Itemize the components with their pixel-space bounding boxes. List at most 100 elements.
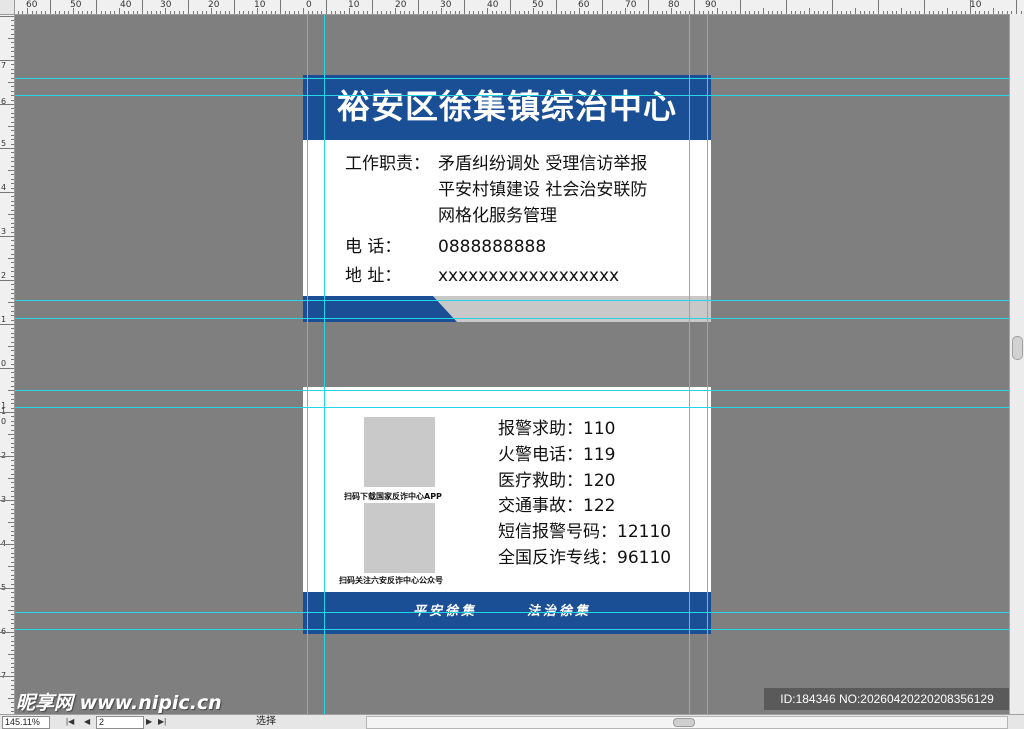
card-title[interactable]: 裕安区徐集镇综治中心: [303, 87, 711, 127]
duty-label[interactable]: 工作职责：: [345, 153, 430, 175]
ruler-tick: [11, 561, 14, 563]
phone-label[interactable]: 电 话：: [345, 236, 401, 258]
ruler-tick: [201, 11, 203, 14]
ruler-tick: [11, 341, 14, 343]
ruler-tick: [11, 183, 14, 185]
ruler-tick: [381, 11, 383, 14]
business-card-front[interactable]: 裕安区徐集镇综治中心 工作职责： 矛盾纠纷调处 受理信访举报 平安村镇建设 社会…: [303, 75, 711, 322]
slogan[interactable]: 法治徐集: [527, 600, 591, 619]
ruler-tick: [606, 11, 608, 14]
ruler-tick: [399, 11, 401, 14]
slogan[interactable]: 平安徐集: [413, 600, 477, 619]
ruler-tick: [569, 11, 571, 14]
guide-vertical[interactable]: [689, 14, 690, 714]
ruler-tick: [11, 557, 14, 559]
address-label[interactable]: 地 址：: [345, 265, 401, 287]
business-card-back[interactable]: 扫码下载国家反诈中心APP 扫码关注六安反诈中心公众号 报警求助：110 火警电…: [303, 387, 711, 634]
ruler-tick: [887, 11, 889, 14]
ruler-tick: [86, 11, 88, 14]
ruler-tick: [836, 11, 838, 14]
last-page-button[interactable]: ▶|: [158, 716, 166, 728]
phone-value[interactable]: 0888888888: [438, 236, 546, 258]
vertical-ruler[interactable]: 7 6 5 4 3 2 1 0 1 0 1 2 3 4 5 6 7: [0, 14, 15, 714]
hotline-item[interactable]: 火警电话：119: [498, 444, 615, 466]
hotline-item[interactable]: 短信报警号码：12110: [498, 521, 671, 543]
ruler-tick: [142, 0, 143, 14]
ruler-tick: [238, 11, 240, 14]
card-footer-band: 平安徐集 法治徐集: [303, 592, 711, 634]
prev-page-button[interactable]: ◀: [84, 716, 90, 728]
ruler-tick: [11, 244, 14, 246]
ruler-tick: [988, 11, 990, 14]
guide-horizontal[interactable]: [14, 390, 1010, 391]
ruler-tick: [914, 11, 916, 14]
ruler-tick: [197, 11, 199, 14]
ruler-tick: [11, 601, 14, 603]
page-number-field[interactable]: 2: [96, 716, 144, 729]
ruler-tick: [298, 11, 300, 14]
hotline-item[interactable]: 医疗救助：120: [498, 470, 615, 492]
ruler-tick: [91, 11, 93, 14]
ruler-label: 40: [487, 0, 499, 10]
ruler-tick: [11, 143, 14, 145]
qr-code-placeholder[interactable]: [364, 503, 435, 573]
ruler-tick: [942, 11, 944, 14]
ruler-tick: [11, 178, 14, 180]
ruler-tick: [11, 156, 14, 158]
ruler-tick: [206, 11, 208, 14]
ruler-tick: [11, 77, 14, 79]
ruler-tick: [905, 11, 907, 14]
zoom-field[interactable]: 145.11%: [2, 716, 50, 729]
first-page-button[interactable]: |◀: [66, 716, 74, 728]
ruler-tick: [468, 11, 470, 14]
ruler-tick: [11, 209, 14, 211]
address-value[interactable]: xxxxxxxxxxxxxxxxxx: [438, 265, 619, 287]
guide-horizontal[interactable]: [14, 629, 1010, 630]
guide-vertical[interactable]: [707, 14, 708, 714]
ruler-tick: [11, 134, 14, 136]
ruler-tick: [215, 11, 217, 14]
ruler-tick: [8, 302, 14, 303]
next-page-button[interactable]: ▶: [146, 716, 152, 728]
ruler-tick: [151, 11, 153, 14]
vertical-scrollbar[interactable]: [1009, 14, 1024, 714]
ruler-tick: [11, 328, 14, 330]
qr-code-placeholder[interactable]: [364, 417, 435, 487]
ruler-tick: [11, 275, 14, 277]
ruler-tick: [11, 174, 14, 176]
ruler-tick: [772, 11, 774, 14]
scrollbar-thumb[interactable]: [673, 718, 695, 727]
hotline-item[interactable]: 全国反诈专线：96110: [498, 547, 671, 569]
ruler-tick: [675, 11, 677, 14]
ruler-label: 20: [395, 0, 407, 10]
ruler-tick: [634, 11, 636, 14]
ruler-tick: [611, 11, 613, 14]
guide-horizontal[interactable]: [14, 612, 1010, 613]
horizontal-ruler[interactable]: 60 50 40 30 20 10 0 10 20 30 40 50 60 70…: [0, 0, 1024, 15]
ruler-tick: [293, 11, 295, 14]
ruler-tick: [505, 11, 507, 14]
guide-horizontal[interactable]: [14, 407, 1010, 408]
guide-horizontal[interactable]: [14, 95, 1010, 96]
scrollbar-thumb[interactable]: [1012, 336, 1023, 360]
ruler-tick: [565, 11, 567, 14]
duty-line[interactable]: 平安村镇建设 社会治安联防: [438, 179, 647, 201]
hotline-item[interactable]: 报警求助：110: [498, 418, 615, 440]
duty-line[interactable]: 矛盾纠纷调处 受理信访举报: [438, 153, 647, 175]
ruler-tick: [436, 11, 438, 14]
horizontal-scrollbar[interactable]: [366, 716, 1008, 729]
hotline-item[interactable]: 交通事故：122: [498, 495, 615, 517]
ruler-tick: [11, 95, 14, 97]
ruler-tick: [735, 11, 737, 14]
guide-horizontal[interactable]: [14, 78, 1010, 79]
guide-vertical[interactable]: [324, 14, 325, 714]
guide-vertical[interactable]: [307, 14, 308, 714]
guide-horizontal[interactable]: [14, 318, 1010, 319]
ruler-label: 7: [1, 61, 7, 70]
duty-line[interactable]: 网格化服务管理: [438, 205, 557, 227]
ruler-tick: [11, 486, 14, 488]
ruler-tick: [625, 8, 626, 14]
ruler-tick: [8, 478, 14, 479]
ruler-tick: [928, 11, 930, 14]
guide-horizontal[interactable]: [14, 300, 1010, 301]
